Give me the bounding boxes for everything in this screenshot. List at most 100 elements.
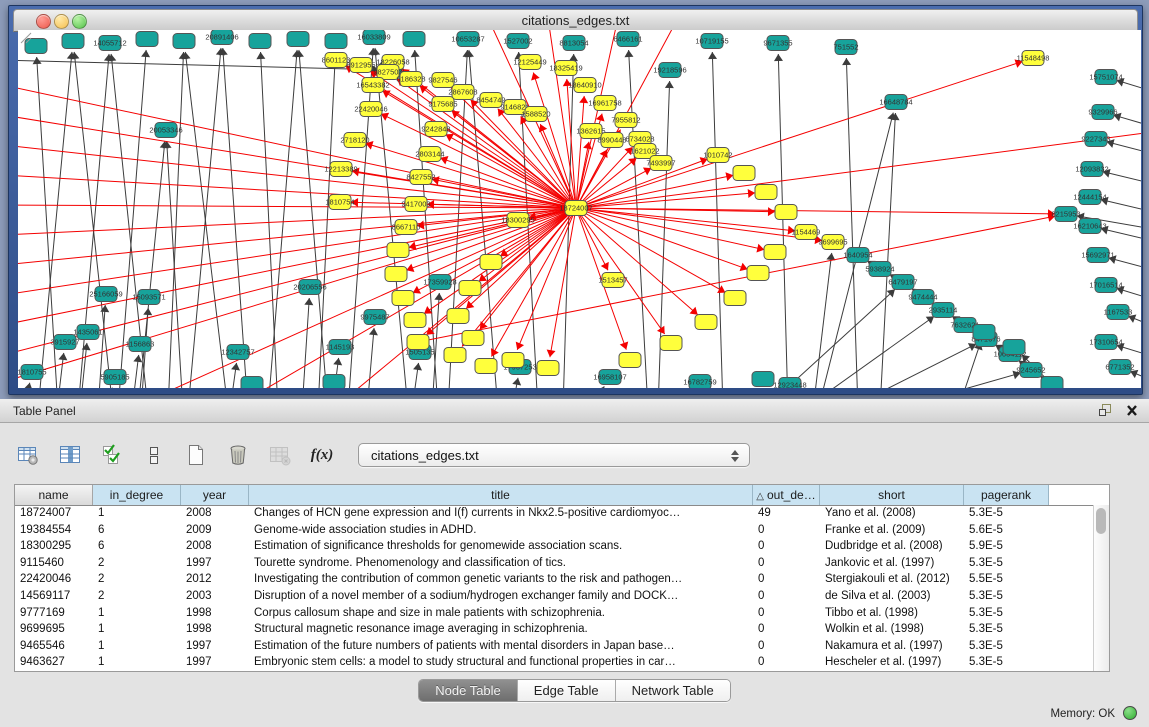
graph-node[interactable]	[392, 291, 414, 306]
graph-edge-red[interactable]	[381, 114, 576, 208]
graph-node[interactable]: 8427552	[406, 170, 435, 185]
graph-node[interactable]: 16782759	[683, 375, 716, 389]
graph-node[interactable]	[619, 353, 641, 368]
graph-edge-black[interactable]	[188, 48, 221, 388]
graph-node[interactable]: 8667110	[392, 220, 421, 235]
function-builder-icon[interactable]: f(x)	[308, 441, 336, 469]
graph-node[interactable]: 25166059	[89, 287, 122, 302]
graph-node[interactable]: 2718120	[340, 133, 369, 148]
table-cell[interactable]: Disruption of a novel member of a sodium…	[249, 588, 753, 605]
column-header-in_degree[interactable]: in_degree	[93, 485, 181, 505]
tab-node-table[interactable]: Node Table	[419, 680, 518, 701]
table-cell[interactable]: Dudbridge et al. (2008)	[820, 538, 964, 555]
graph-node[interactable]	[62, 34, 84, 49]
graph-edge-black[interactable]	[299, 50, 328, 388]
table-cell[interactable]: 9699695	[15, 621, 93, 638]
column-header-year[interactable]: year	[181, 485, 249, 505]
table-cell[interactable]: 1	[93, 621, 181, 638]
graph-edge-black[interactable]	[629, 50, 648, 388]
graph-node[interactable]	[387, 243, 409, 258]
graph-node[interactable]: 2803144	[415, 147, 444, 162]
table-cell[interactable]: 2	[93, 588, 181, 605]
graph-node[interactable]: 9975487	[360, 310, 389, 325]
column-header-title[interactable]: title	[249, 485, 753, 505]
graph-node[interactable]: 20053346	[149, 123, 182, 138]
graph-node[interactable]: 16961758	[588, 96, 621, 111]
graph-node[interactable]	[447, 309, 469, 324]
table-cell[interactable]: 2009	[181, 522, 249, 539]
graph-node[interactable]	[537, 361, 559, 376]
table-cell[interactable]: 5.3E-5	[964, 555, 1049, 572]
graph-node[interactable]: 12125449	[513, 55, 546, 70]
table-scrollbar[interactable]	[1093, 505, 1109, 671]
table-cell[interactable]: 9465546	[15, 638, 93, 655]
table-cell[interactable]: Yano et al. (2008)	[820, 505, 964, 522]
table-cell[interactable]: 1	[93, 505, 181, 522]
table-scrollbar-thumb[interactable]	[1096, 508, 1106, 534]
table-settings-icon[interactable]	[14, 441, 42, 469]
graph-node[interactable]: 12444154	[1073, 190, 1106, 205]
graph-edge-red[interactable]	[18, 208, 576, 235]
table-cell[interactable]: 1998	[181, 605, 249, 622]
graph-node[interactable]: 9417003	[401, 197, 430, 212]
table-cell[interactable]: Corpus callosum shape and size in male p…	[249, 605, 753, 622]
graph-edge-red[interactable]	[452, 111, 576, 208]
table-cell[interactable]: Wolkin et al. (1998)	[820, 621, 964, 638]
tab-network-table[interactable]: Network Table	[616, 680, 730, 701]
table-cell[interactable]: 0	[753, 522, 820, 539]
graph-node[interactable]: 19218596	[653, 63, 686, 78]
graph-node[interactable]	[764, 245, 786, 260]
close-panel-icon[interactable]	[1125, 402, 1139, 418]
graph-node[interactable]: 1810755	[18, 365, 47, 380]
table-cell[interactable]: 0	[753, 538, 820, 555]
graph-edge-black[interactable]	[167, 141, 183, 388]
table-cell[interactable]: 2008	[181, 505, 249, 522]
graph-node[interactable]	[695, 315, 717, 330]
graph-node[interactable]: 3915927	[50, 335, 79, 350]
graph-node[interactable]: 1810754	[325, 195, 354, 210]
graph-node[interactable]: 9671355	[763, 36, 792, 51]
graph-node[interactable]	[724, 291, 746, 306]
table-cell[interactable]: 5.3E-5	[964, 505, 1049, 522]
table-row[interactable]: 969969511998Structural magnetic resonanc…	[15, 621, 1094, 638]
tab-edge-table[interactable]: Edge Table	[518, 680, 616, 701]
graph-node[interactable]	[475, 359, 497, 374]
new-document-icon[interactable]	[182, 441, 210, 469]
table-cell[interactable]: 22420046	[15, 571, 93, 588]
graph-node[interactable]	[325, 34, 347, 49]
graph-node[interactable]: 1513457	[598, 273, 627, 288]
table-cell[interactable]: 1	[93, 654, 181, 671]
table-cell[interactable]: 2012	[181, 571, 249, 588]
graph-node[interactable]	[249, 34, 271, 49]
graph-edge-black[interactable]	[168, 52, 184, 388]
graph-node[interactable]	[287, 32, 309, 47]
graph-node[interactable]	[173, 34, 195, 49]
table-row[interactable]: 1938455462009Genome-wide association stu…	[15, 522, 1094, 539]
table-cell[interactable]: 2	[93, 555, 181, 572]
graph-node[interactable]: 9245652	[1016, 363, 1045, 378]
table-cell[interactable]: 5.3E-5	[964, 654, 1049, 671]
table-cell[interactable]: 19384554	[15, 522, 93, 539]
graph-node[interactable]: 9242848	[421, 122, 450, 137]
graph-node[interactable]: 15692971	[1081, 248, 1114, 263]
table-select-dropdown[interactable]: citations_edges.txt	[358, 443, 750, 467]
table-cell[interactable]: Nakamura et al. (1997)	[820, 638, 964, 655]
select-all-icon[interactable]	[98, 441, 126, 469]
graph-node[interactable]: 18325419	[549, 61, 582, 76]
table-cell[interactable]: 0	[753, 621, 820, 638]
table-cell[interactable]: Franke et al. (2009)	[820, 522, 964, 539]
table-cell[interactable]: 5.3E-5	[964, 638, 1049, 655]
graph-edge-black[interactable]	[375, 48, 408, 388]
graph-node[interactable]: 14055712	[93, 36, 126, 51]
table-cell[interactable]: Changes of HCN gene expression and I(f) …	[249, 505, 753, 522]
table-cell[interactable]: Structural magnetic resonance image aver…	[249, 621, 753, 638]
graph-node[interactable]: 7493997	[646, 156, 675, 171]
graph-edge-black[interactable]	[763, 289, 895, 388]
graph-node[interactable]: 1156863	[126, 337, 155, 352]
graph-node[interactable]	[752, 372, 774, 387]
graph-node[interactable]: 15751074	[1089, 70, 1122, 85]
table-cell[interactable]: 0	[753, 588, 820, 605]
graph-node[interactable]: 17310654	[1089, 335, 1122, 350]
graph-node[interactable]: 16033809	[357, 30, 390, 45]
graph-node[interactable]	[404, 313, 426, 328]
